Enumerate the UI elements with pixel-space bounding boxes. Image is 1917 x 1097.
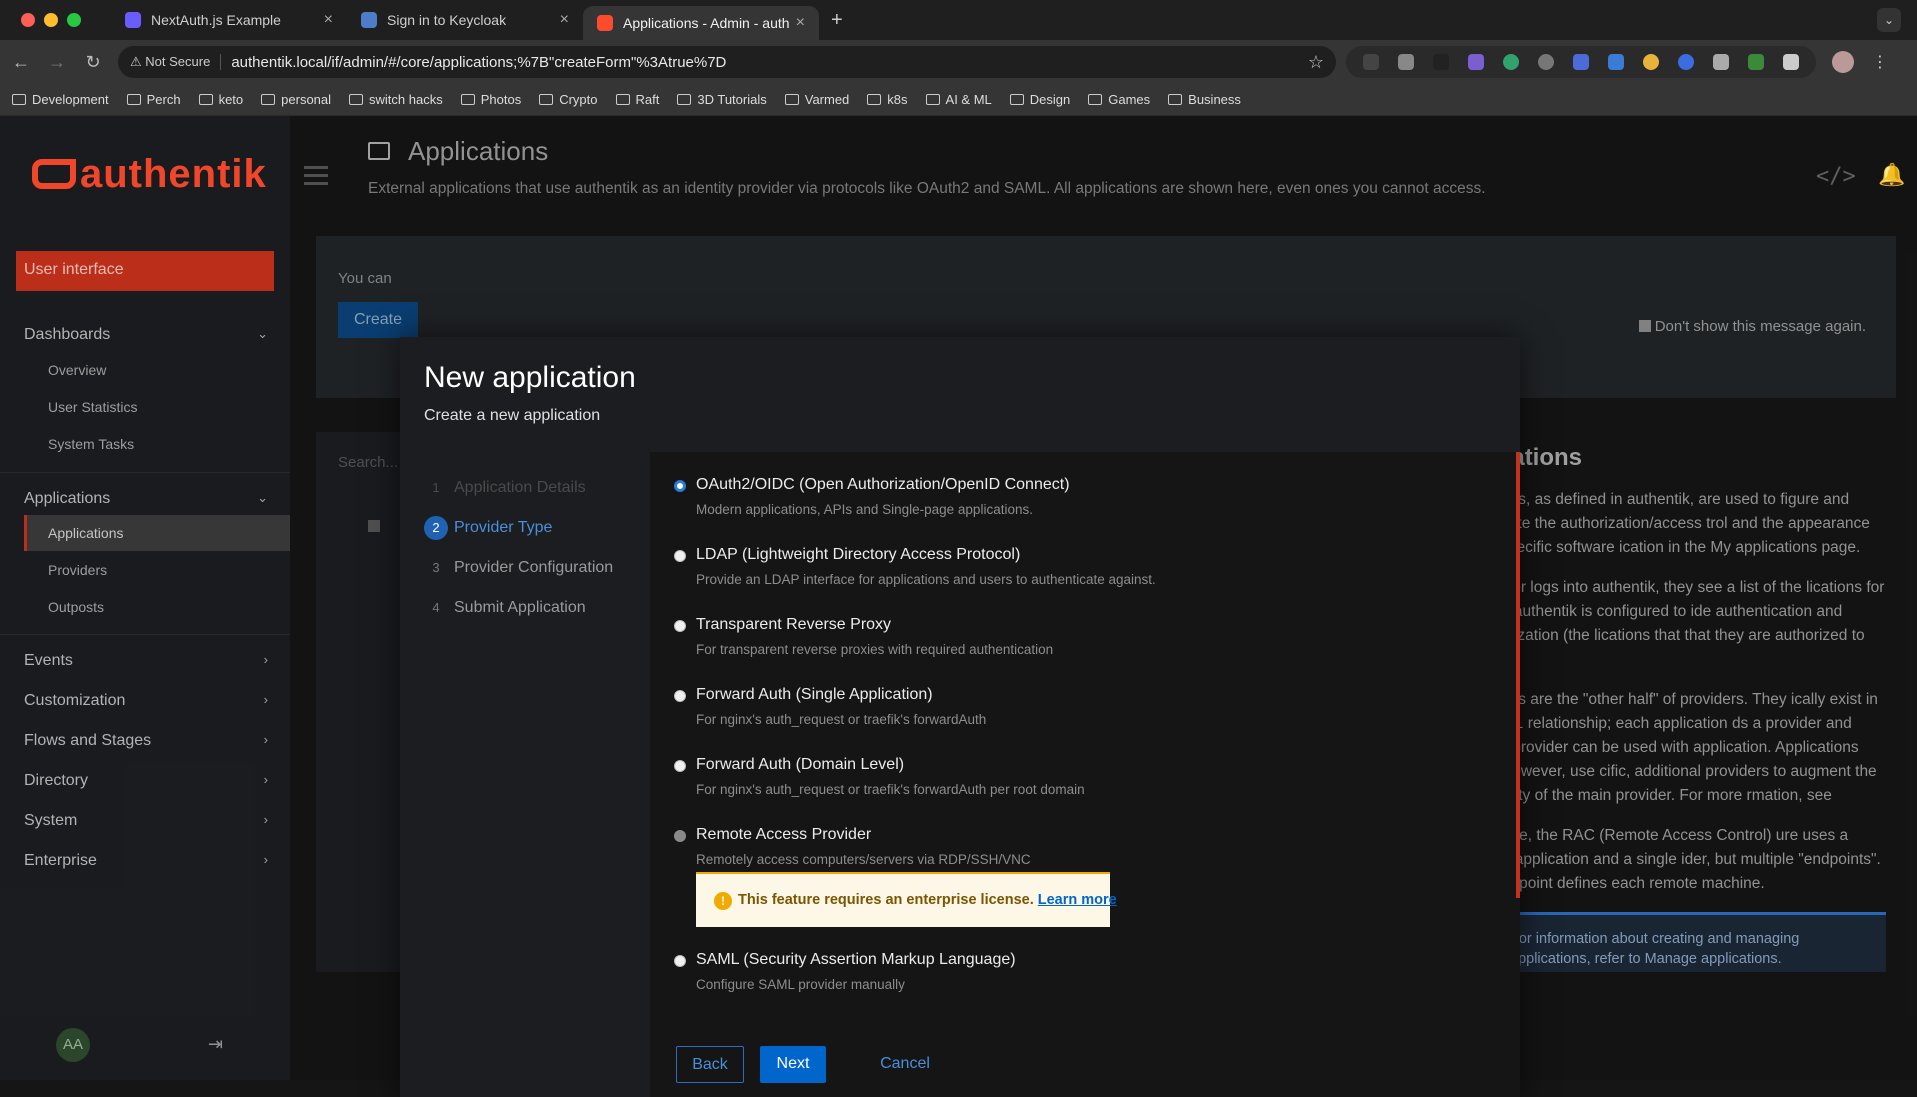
- bookmark-folder[interactable]: Raft: [615, 92, 659, 107]
- back-arrow-icon[interactable]: ←: [6, 52, 36, 73]
- radio-button[interactable]: [674, 955, 686, 967]
- learn-more-link[interactable]: Learn more: [1038, 892, 1117, 908]
- radio-button[interactable]: [674, 550, 686, 562]
- close-icon[interactable]: ×: [560, 11, 569, 29]
- folder-icon: [1168, 94, 1183, 105]
- folder-icon: [126, 94, 141, 105]
- minimize-window-button[interactable]: [44, 13, 58, 27]
- browser-tab-authentik[interactable]: Applications - Admin - authentik ×: [583, 6, 819, 40]
- url-text[interactable]: authentik.local/if/admin/#/core/applicat…: [231, 54, 1308, 71]
- extension-icon[interactable]: [1712, 54, 1729, 70]
- folder-icon: [460, 94, 475, 105]
- folder-icon: [677, 94, 692, 105]
- folder-icon: [198, 94, 213, 105]
- extension-icon[interactable]: [1607, 54, 1624, 70]
- profile-avatar[interactable]: [1832, 51, 1854, 73]
- not-secure-indicator[interactable]: ⚠ Not Secure: [130, 54, 222, 70]
- extension-icon[interactable]: [1433, 54, 1450, 70]
- close-window-button[interactable]: [21, 13, 35, 27]
- extension-icon[interactable]: [1572, 54, 1589, 70]
- extension-icon[interactable]: [1677, 54, 1694, 70]
- extension-icon[interactable]: [1398, 54, 1415, 70]
- bookmarks-bar: Development Perch keto personal switch h…: [0, 84, 1917, 116]
- extensions-bar: [1346, 46, 1816, 78]
- modal-header: New application Create a new application: [400, 337, 1520, 452]
- address-bar[interactable]: ⚠ Not Secure authentik.local/if/admin/#/…: [118, 46, 1336, 78]
- folder-icon: [1088, 94, 1103, 105]
- window-controls: [21, 13, 81, 27]
- provider-type-panel: OAuth2/OIDC (Open Authorization/OpenID C…: [650, 452, 1520, 1097]
- bookmark-star-icon[interactable]: ☆: [1308, 52, 1324, 73]
- radio-button: [674, 830, 686, 842]
- close-icon[interactable]: ×: [324, 11, 333, 29]
- puzzle-icon[interactable]: [1782, 54, 1799, 70]
- browser-toolbar: ← → ↻ ⚠ Not Secure authentik.local/if/ad…: [0, 40, 1917, 84]
- bookmark-folder[interactable]: Varmed: [784, 92, 849, 107]
- folder-icon: [925, 94, 940, 105]
- wizard-step-provider-type[interactable]: 2 Provider Type: [424, 516, 552, 540]
- maximize-window-button[interactable]: [67, 13, 81, 27]
- bookmark-folder[interactable]: switch hacks: [349, 92, 443, 107]
- radio-button[interactable]: [674, 690, 686, 702]
- radio-button[interactable]: [674, 620, 686, 632]
- shield-icon: [125, 12, 141, 28]
- folder-icon: [1009, 94, 1024, 105]
- scrollbar[interactable]: [1516, 452, 1520, 898]
- extension-icon[interactable]: [1503, 54, 1520, 70]
- extension-icon[interactable]: [1468, 54, 1485, 70]
- bookmark-folder[interactable]: Design: [1009, 92, 1070, 107]
- extension-icon[interactable]: [1363, 54, 1380, 70]
- bookmark-folder[interactable]: k8s: [867, 92, 908, 107]
- bookmark-folder[interactable]: personal: [261, 92, 331, 107]
- new-application-modal: New application Create a new application…: [400, 337, 1520, 1097]
- bookmark-folder[interactable]: keto: [198, 92, 243, 107]
- wizard-steps: 1 Application Details 2 Provider Type 3 Pro…: [400, 452, 650, 1097]
- close-icon[interactable]: ×: [796, 14, 805, 32]
- wizard-step-submit-application[interactable]: 4 Submit Application: [424, 596, 585, 620]
- radio-button[interactable]: [674, 480, 686, 492]
- wizard-step-application-details[interactable]: 1 Application Details: [424, 476, 585, 500]
- keycloak-icon: [361, 12, 377, 28]
- browser-tab-nextauth[interactable]: NextAuth.js Example ×: [111, 0, 347, 40]
- browser-tab-bar: NextAuth.js Example × Sign in to Keycloa…: [0, 0, 1917, 40]
- authentik-icon: [597, 15, 613, 31]
- new-tab-button[interactable]: +: [831, 9, 843, 32]
- bookmark-folder[interactable]: Photos: [460, 92, 521, 107]
- folder-icon: [615, 94, 630, 105]
- next-button[interactable]: Next: [760, 1046, 826, 1083]
- wizard-step-provider-configuration[interactable]: 3 Provider Configuration: [424, 556, 613, 580]
- bookmark-folder[interactable]: Games: [1088, 92, 1150, 107]
- forward-arrow-icon[interactable]: →: [42, 52, 72, 73]
- bookmark-folder[interactable]: Development: [12, 92, 109, 107]
- browser-tab-keycloak[interactable]: Sign in to Keycloak ×: [347, 0, 583, 40]
- admin-page: authentik User interface Dashboards ⌄ Ove…: [0, 116, 1917, 1097]
- radio-button[interactable]: [674, 760, 686, 772]
- bookmark-folder[interactable]: AI & ML: [925, 92, 992, 107]
- extension-icon[interactable]: [1747, 54, 1764, 70]
- folder-icon: [867, 94, 882, 105]
- back-button[interactable]: Back: [676, 1046, 744, 1083]
- folder-icon: [539, 94, 554, 105]
- enterprise-license-warning: ! This feature requires an enterprise li…: [696, 872, 1117, 927]
- bookmark-folder[interactable]: Crypto: [539, 92, 598, 107]
- warning-icon: !: [714, 892, 732, 910]
- folder-icon: [784, 94, 799, 105]
- reload-icon[interactable]: ↻: [78, 52, 108, 73]
- extension-icon[interactable]: [1642, 54, 1659, 70]
- folder-icon: [12, 94, 26, 105]
- browser-menu-icon[interactable]: ⋮: [1872, 52, 1888, 72]
- extension-icon[interactable]: [1538, 54, 1555, 70]
- modal-title: New application: [424, 361, 636, 394]
- modal-subtitle: Create a new application: [424, 407, 601, 424]
- tab-search-icon[interactable]: ⌄: [1877, 8, 1901, 32]
- bookmark-folder[interactable]: 3D Tutorials: [677, 92, 767, 107]
- bookmark-folder[interactable]: Perch: [126, 92, 181, 107]
- folder-icon: [349, 94, 364, 105]
- bookmark-folder[interactable]: Business: [1168, 92, 1241, 107]
- cancel-button[interactable]: Cancel: [870, 1046, 940, 1083]
- folder-icon: [261, 94, 276, 105]
